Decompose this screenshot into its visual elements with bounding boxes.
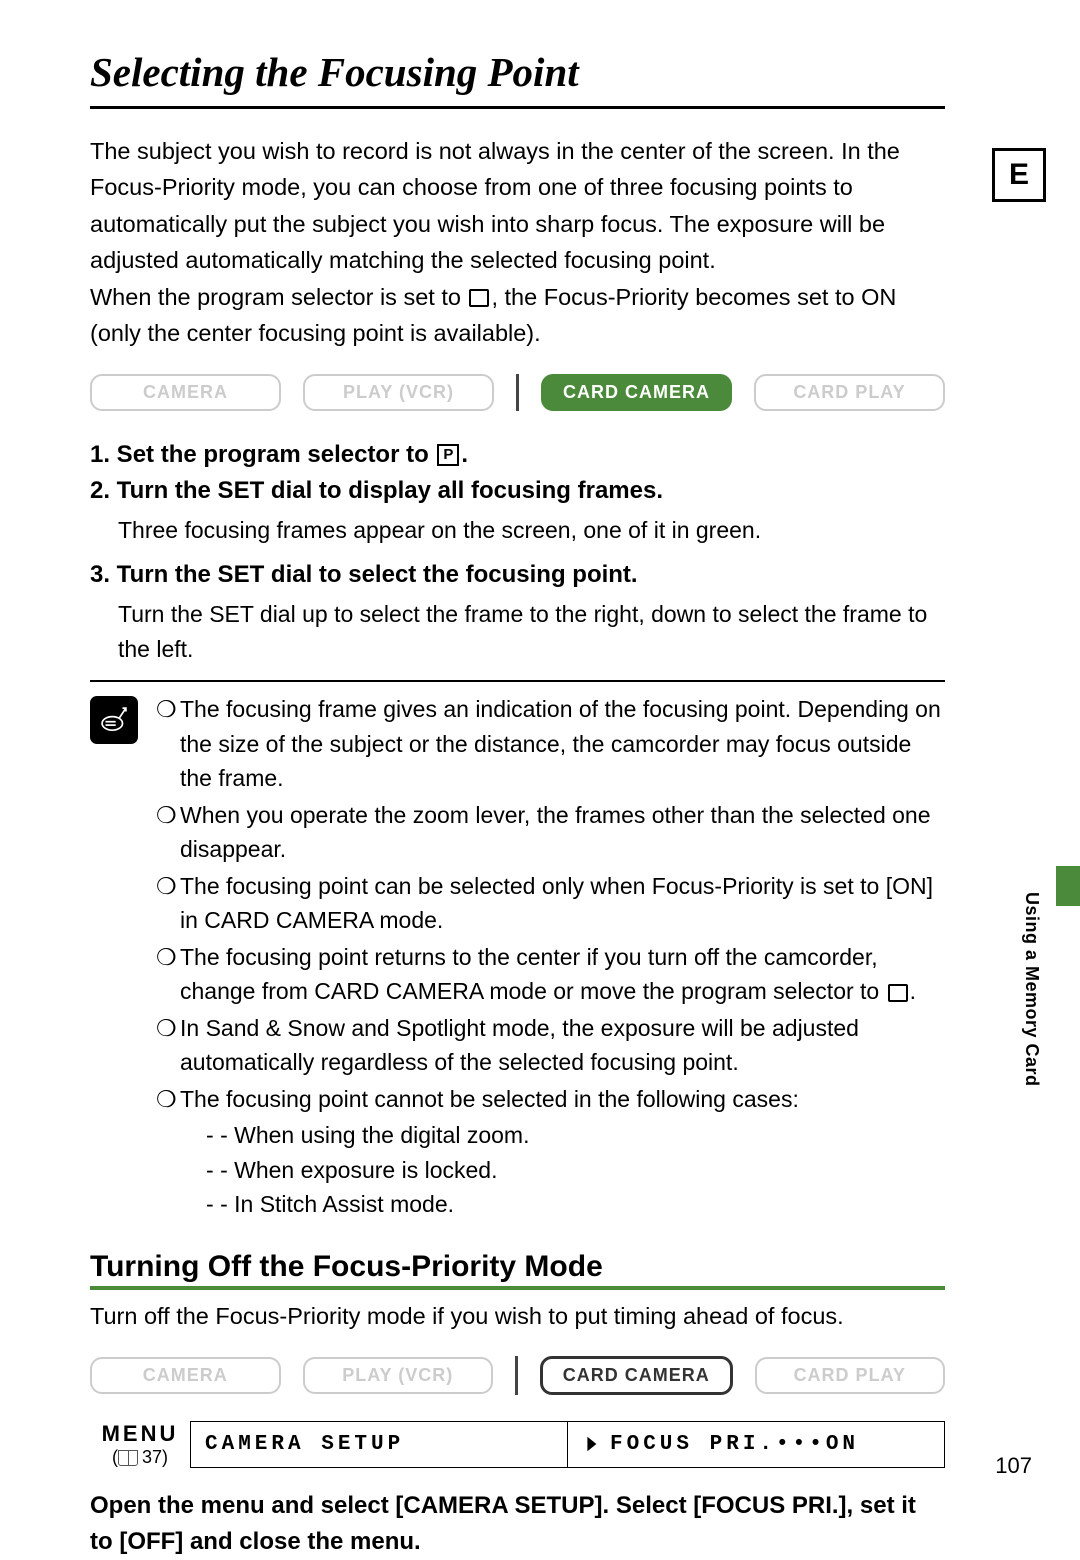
step-2: 2. Turn the SET dial to display all focu…: [90, 473, 945, 509]
submenu-arrow-icon: [582, 1435, 600, 1453]
step-2-detail: Three focusing frames appear on the scre…: [118, 513, 945, 548]
step-3-detail: Turn the SET dial up to select the frame…: [118, 597, 945, 666]
side-section-label: Using a Memory Card: [1021, 892, 1042, 1087]
menu-cell-2: FOCUS PRI.•••ON: [567, 1421, 945, 1468]
step-3: 3. Turn the SET dial to select the focus…: [90, 557, 945, 593]
mode-indicator-row-2: CAMERA PLAY (VCR) CARD CAMERA CARD PLAY: [90, 1356, 945, 1395]
intro-text-2a: When the program selector is set to: [90, 284, 467, 310]
notes-list: The focusing frame gives an indication o…: [156, 692, 945, 1222]
note-item: The focusing point can be selected only …: [156, 869, 945, 938]
program-p-icon: P: [437, 444, 459, 466]
note-subitem: - When exposure is locked.: [206, 1153, 945, 1188]
note-item: The focusing frame gives an indication o…: [156, 692, 945, 796]
mode-play-vcr: PLAY (VCR): [303, 1357, 494, 1394]
book-icon: [118, 1450, 138, 1466]
intro-paragraph: The subject you wish to record is not al…: [90, 133, 945, 352]
final-instruction: Open the menu and select [CAMERA SETUP].…: [90, 1488, 945, 1560]
mode-indicator-row: CAMERA PLAY (VCR) CARD CAMERA CARD PLAY: [90, 374, 945, 411]
subsection-underline: [90, 1286, 945, 1290]
notes-divider: [90, 680, 945, 682]
subsection-intro: Turn off the Focus-Priority mode if you …: [90, 1298, 945, 1334]
intro-text-1: The subject you wish to record is not al…: [90, 138, 900, 273]
note-subitem: - In Stitch Assist mode.: [206, 1187, 945, 1222]
manual-page: E Using a Memory Card 107 Selecting the …: [0, 0, 1080, 1529]
section-color-tab: [1056, 866, 1080, 906]
menu-path-row: MENU (37) CAMERA SETUP FOCUS PRI.•••ON: [90, 1421, 945, 1468]
note-item: The focusing point returns to the center…: [156, 940, 945, 1009]
page-content: Selecting the Focusing Point The subject…: [90, 48, 945, 1560]
mode-camera: CAMERA: [90, 374, 281, 411]
subsection-title: Turning Off the Focus-Priority Mode: [90, 1250, 945, 1284]
auto-mode-icon: [469, 289, 489, 307]
menu-label-block: MENU (37): [90, 1421, 190, 1468]
language-tag: E: [992, 148, 1046, 202]
mode-card-play: CARD PLAY: [754, 374, 945, 411]
mode-card-camera-active: CARD CAMERA: [541, 374, 732, 411]
mode-camera: CAMERA: [90, 1357, 281, 1394]
menu-label: MENU: [90, 1421, 190, 1447]
note-sublist: - When using the digital zoom. - When ex…: [156, 1118, 945, 1222]
steps-list: 1. Set the program selector to P. 2. Tur…: [90, 437, 945, 667]
notes-block: The focusing frame gives an indication o…: [90, 692, 945, 1222]
page-number: 107: [995, 1453, 1032, 1479]
note-subitem: - When using the digital zoom.: [206, 1118, 945, 1153]
mode-card-camera-active: CARD CAMERA: [540, 1356, 733, 1395]
auto-mode-icon: [888, 984, 908, 1002]
notes-icon: [90, 696, 138, 744]
mode-separator: [516, 374, 519, 411]
step-1: 1. Set the program selector to P.: [90, 437, 945, 473]
menu-cell-2-text: FOCUS PRI.•••ON: [610, 1433, 859, 1456]
menu-cell-1: CAMERA SETUP: [190, 1421, 567, 1468]
mode-card-play: CARD PLAY: [755, 1357, 946, 1394]
page-title: Selecting the Focusing Point: [90, 48, 945, 96]
note-item: The focusing point cannot be selected in…: [156, 1082, 945, 1117]
note-item: In Sand & Snow and Spotlight mode, the e…: [156, 1011, 945, 1080]
mode-separator: [515, 1356, 518, 1395]
note-item: When you operate the zoom lever, the fra…: [156, 798, 945, 867]
menu-page-ref: (37): [90, 1447, 190, 1468]
mode-play-vcr: PLAY (VCR): [303, 374, 494, 411]
title-rule: [90, 106, 945, 109]
